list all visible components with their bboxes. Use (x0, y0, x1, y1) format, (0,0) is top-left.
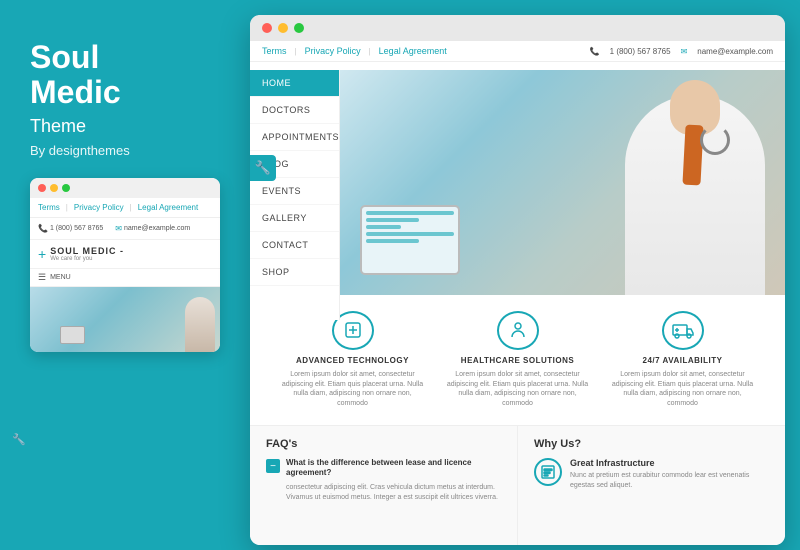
feature-healthcare: HEALTHCARE SOLUTIONS Lorem ipsum dolor s… (435, 311, 600, 409)
why-item-title: Great Infrastructure (570, 458, 769, 468)
mini-menu-button[interactable]: ☰ MENU (30, 269, 220, 287)
mini-nav-terms[interactable]: Terms (38, 203, 60, 212)
mini-dot-green (62, 184, 70, 192)
mini-logo-tagline: We care for you (50, 256, 124, 262)
mini-nav-bar: Terms | Privacy Policy | Legal Agreement (30, 198, 220, 218)
mini-logo-text: SOUL MEDIC - (50, 246, 124, 256)
why-panel: Why Us? Great Infrastructure Nunc at pre… (518, 426, 785, 545)
faq-answer-text: consectetur adipiscing elit. Cras vehicu… (286, 483, 501, 503)
theme-title-line2: Medic (30, 74, 121, 110)
tablet-line-3 (366, 225, 401, 229)
nav-shop[interactable]: SHOP (250, 259, 339, 286)
main-dot-green (294, 23, 304, 33)
why-item-text: Nunc at pretium est curabitur commodo le… (570, 471, 769, 491)
main-dot-yellow (278, 23, 288, 33)
feature-advanced-tech: ADVANCED TECHNOLOGY Lorem ipsum dolor si… (270, 311, 435, 409)
faq-question-item: − What is the difference between lease a… (266, 458, 501, 502)
main-contact-info: 📞 1 (800) 567 8765 ✉ name@example.com (590, 47, 773, 56)
main-phone: 1 (800) 567 8765 (610, 47, 671, 56)
mini-nav-legal[interactable]: Legal Agreement (138, 203, 199, 212)
nav-privacy[interactable]: Privacy Policy (305, 46, 361, 56)
tablet-line-4 (366, 232, 454, 236)
nav-legal[interactable]: Legal Agreement (379, 46, 447, 56)
why-content: Great Infrastructure Nunc at pretium est… (570, 458, 769, 491)
main-browser: Terms | Privacy Policy | Legal Agreement… (250, 15, 785, 545)
wrench-button[interactable]: 🔧 (250, 155, 276, 181)
mini-phone-icon: 📞 (38, 224, 48, 233)
theme-subtitle: Theme (30, 116, 215, 137)
feature-desc-tech: Lorem ipsum dolor sit amet, consectetur … (280, 370, 425, 409)
feature-title-availability: 24/7 AVAILABILITY (643, 356, 723, 365)
doctor-stethoscope (700, 125, 730, 155)
why-icon (534, 458, 562, 486)
mini-nav-privacy[interactable]: Privacy Policy (74, 203, 124, 212)
main-sidebar-nav: HOME DOCTORS APPOINTMENTS BLOG EVENTS GA… (250, 70, 340, 320)
mini-tablet (60, 326, 85, 344)
mini-wrench-button[interactable]: 🔧 (8, 428, 30, 450)
nav-doctors[interactable]: DOCTORS (250, 97, 339, 124)
mini-phone-number: 1 (800) 567 8765 (50, 225, 103, 232)
feature-desc-availability: Lorem ipsum dolor sit amet, consectetur … (610, 370, 755, 409)
mini-dot-yellow (50, 184, 58, 192)
mini-contact-header: 📞 1 (800) 567 8765 ✉ name@example.com (30, 218, 220, 240)
faq-panel: FAQ's − What is the difference between l… (250, 426, 518, 545)
email-icon: ✉ (681, 47, 688, 56)
mini-email: ✉ name@example.com (115, 224, 190, 233)
theme-title-line1: Soul (30, 39, 99, 75)
hamburger-icon: ☰ (38, 272, 46, 283)
mini-doctor-figure (185, 297, 215, 352)
bottom-section: FAQ's − What is the difference between l… (250, 425, 785, 545)
why-item: Great Infrastructure Nunc at pretium est… (534, 458, 769, 491)
faq-title: FAQ's (266, 438, 501, 450)
feature-desc-healthcare: Lorem ipsum dolor sit amet, consectetur … (445, 370, 590, 409)
left-panel: Soul Medic Theme By designthemes Terms |… (0, 0, 245, 550)
faq-toggle[interactable]: − (266, 459, 280, 473)
nav-contact[interactable]: CONTACT (250, 232, 339, 259)
main-dot-red (262, 23, 272, 33)
feature-availability: 24/7 AVAILABILITY Lorem ipsum dolor sit … (600, 311, 765, 409)
main-titlebar (250, 15, 785, 41)
mini-logo-area: + SOUL MEDIC - We care for you (30, 240, 220, 269)
nav-appointments[interactable]: APPOINTMENTS (250, 124, 339, 151)
nav-div2: | (369, 47, 371, 56)
mini-email-icon: ✉ (115, 224, 122, 233)
theme-title: Soul Medic (30, 40, 215, 110)
feature-title-healthcare: HEALTHCARE SOLUTIONS (461, 356, 574, 365)
nav-events[interactable]: EVENTS (250, 178, 339, 205)
mini-browser-card: Terms | Privacy Policy | Legal Agreement… (30, 178, 220, 352)
tablet-line-1 (366, 211, 454, 215)
nav-gallery[interactable]: GALLERY (250, 205, 339, 232)
nav-div1: | (295, 47, 297, 56)
why-title: Why Us? (534, 438, 769, 450)
theme-byline: By designthemes (30, 143, 215, 158)
faq-question-text: What is the difference between lease and… (286, 458, 501, 479)
nav-terms[interactable]: Terms (262, 46, 287, 56)
faq-content: What is the difference between lease and… (286, 458, 501, 502)
hero-tablet (360, 205, 460, 275)
mini-nav-div1: | (66, 203, 68, 212)
mini-nav-div2: | (130, 203, 132, 212)
tablet-screen (362, 207, 458, 273)
feature-icon-healthcare (497, 311, 539, 350)
mini-logo-text-group: SOUL MEDIC - We care for you (50, 246, 124, 262)
feature-title-tech: ADVANCED TECHNOLOGY (296, 356, 409, 365)
main-hero (340, 70, 785, 295)
mini-logo-plus: + (38, 246, 46, 262)
main-nav-links: Terms | Privacy Policy | Legal Agreement (262, 46, 447, 56)
hero-background (340, 70, 785, 295)
main-nav-bar: Terms | Privacy Policy | Legal Agreement… (250, 41, 785, 62)
mini-menu-label: MENU (50, 274, 71, 281)
mini-phone: 📞 1 (800) 567 8765 (38, 224, 103, 233)
mini-email-text: name@example.com (124, 225, 190, 232)
mini-hero (30, 287, 220, 352)
tablet-line-5 (366, 239, 419, 243)
nav-home[interactable]: HOME (250, 70, 339, 97)
feature-icon-ambulance (662, 311, 704, 350)
mini-dot-red (38, 184, 46, 192)
mini-titlebar (30, 178, 220, 198)
tablet-line-2 (366, 218, 419, 222)
main-email: name@example.com (697, 47, 773, 56)
phone-icon: 📞 (590, 47, 600, 56)
